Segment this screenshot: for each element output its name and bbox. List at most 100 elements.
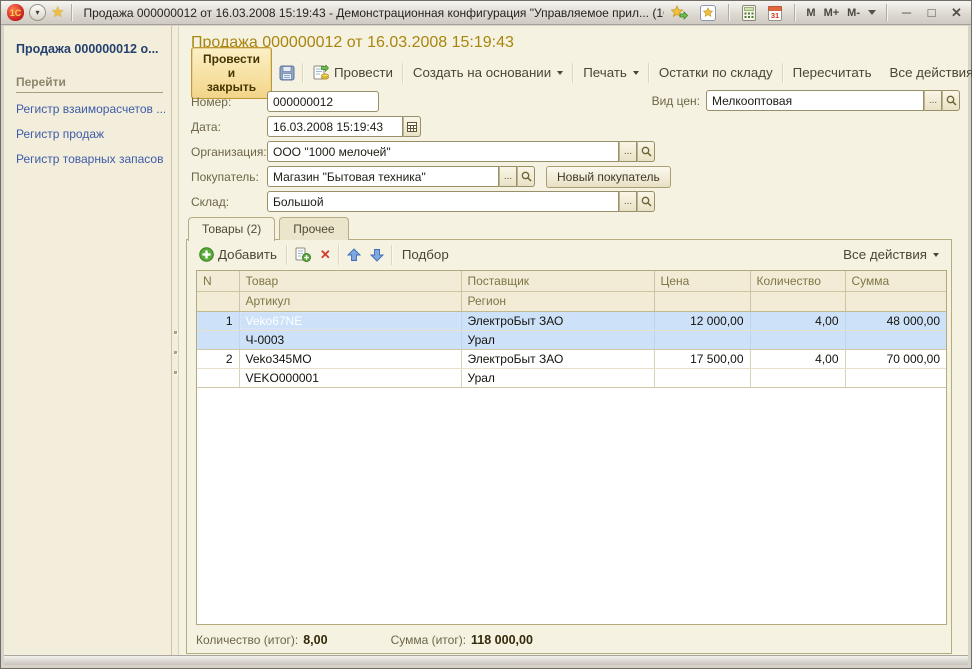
cell-n[interactable]: 2 [197,349,240,369]
print-button[interactable]: Печать [579,63,643,82]
copy-row-button[interactable] [293,245,313,264]
warehouse-select-button[interactable]: ... [619,191,637,212]
field-row-number: Номер: [191,90,379,113]
main-menu-button[interactable]: ▾ [29,4,46,21]
move-down-button[interactable] [368,246,386,264]
organization-input[interactable] [267,141,619,162]
magnifier-icon [641,146,652,157]
cell-sum[interactable]: 48 000,00 [845,311,946,331]
col-header-article[interactable]: Артикул [239,291,462,312]
go-to-favorite-icon[interactable] [669,3,690,22]
warehouse-open-button[interactable] [637,191,655,212]
sidebar-link-stock-register[interactable]: Регистр товарных запасов [16,152,165,166]
buyer-input[interactable] [267,166,499,187]
favorites-star-icon[interactable]: ★ [51,5,64,20]
date-label: Дата: [191,119,221,134]
maximize-button[interactable]: □ [923,6,940,19]
window-title: Продажа 000000012 от 16.03.2008 15:19:43… [83,5,664,20]
list-all-actions-label: Все действия [843,247,927,262]
cell-sum[interactable]: 70 000,00 [845,349,946,369]
calculator-icon[interactable] [740,3,758,23]
list-all-actions-button[interactable]: Все действия [839,245,943,264]
number-label: Номер: [191,94,232,109]
close-button[interactable]: ✕ [948,6,965,19]
post-button[interactable]: Провести [309,63,397,83]
toolbar-divider [647,62,650,83]
move-up-button[interactable] [345,246,363,264]
add-row-button[interactable]: Добавить [195,245,281,264]
panel-splitter[interactable] [172,26,179,656]
create-based-on-label: Создать на основании [412,65,552,80]
organization-open-button[interactable] [637,141,655,162]
col-header-sum[interactable]: Сумма [845,271,946,292]
cell-region[interactable]: Урал [461,330,655,350]
tab-goods[interactable]: Товары (2) [188,217,276,241]
post-document-icon [313,64,329,79]
sidebar-link-settlements-register[interactable]: Регистр взаиморасчетов ... [16,102,165,116]
items-table: N Товар Поставщик Цена Количество Сумма … [197,271,946,388]
calendar-grid-icon [407,121,417,132]
date-picker-button[interactable] [403,116,421,137]
col-header-product[interactable]: Товар [239,271,462,292]
buyer-open-button[interactable] [517,166,535,187]
cell-price[interactable]: 17 500,00 [654,349,751,369]
cell-empty[interactable] [845,368,946,388]
col-header-supplier[interactable]: Поставщик [461,271,655,292]
cell-n[interactable]: 1 [197,311,240,331]
cell-empty[interactable] [654,330,751,350]
tab-other[interactable]: Прочее [279,217,349,240]
add-icon [199,247,214,262]
col-header-price[interactable]: Цена [654,271,751,292]
cell-empty[interactable] [197,368,240,388]
cell-product-selected[interactable]: Veko67NE [239,311,462,331]
cell-empty[interactable] [750,330,846,350]
cell-supplier[interactable]: ЭлектроБыт ЗАО [461,311,655,331]
sum-total-value: 118 000,00 [471,632,533,647]
memory-minus-button[interactable]: M- [847,7,860,19]
cell-article[interactable]: Ч-0003 [239,330,462,350]
cell-qty[interactable]: 4,00 [750,311,846,331]
col-header-empty [654,291,751,312]
number-input[interactable] [267,91,379,112]
warehouse-balance-button[interactable]: Остатки по складу [655,63,777,82]
cell-empty[interactable] [197,330,240,350]
cell-price[interactable]: 12 000,00 [654,311,751,331]
create-based-on-button[interactable]: Создать на основании [409,63,567,82]
recalculate-button[interactable]: Пересчитать [789,63,876,82]
price-type-select-button[interactable]: ... [924,90,942,111]
cell-article[interactable]: VEKO000001 [239,368,462,388]
price-type-input[interactable] [706,90,924,111]
memory-plus-button[interactable]: M+ [824,7,840,19]
warehouse-input[interactable] [267,191,619,212]
pick-items-button[interactable]: Подбор [398,245,453,264]
memory-recall-button[interactable]: M [806,7,815,19]
cell-region[interactable]: Урал [461,368,655,388]
sidebar-link-sales-register[interactable]: Регистр продаж [16,127,165,141]
cell-product[interactable]: Veko345MO [239,349,462,369]
post-button-label: Провести [333,65,393,80]
field-row-buyer: Покупатель: ... Новый покупатель [191,165,671,188]
date-input[interactable] [267,116,403,137]
minimize-button[interactable]: ─ [898,6,915,19]
new-buyer-button[interactable]: Новый покупатель [546,165,671,188]
cell-empty[interactable] [845,330,946,350]
print-label: Печать [583,65,627,80]
col-header-empty [750,291,846,312]
calendar-icon[interactable]: 31 [766,3,784,23]
cell-empty[interactable] [654,368,751,388]
titlebar-more-icon[interactable] [868,10,876,15]
cell-supplier[interactable]: ЭлектроБыт ЗАО [461,349,655,369]
add-favorite-icon[interactable] [698,3,718,23]
chevron-down-icon [632,70,639,75]
col-header-qty[interactable]: Количество [750,271,846,292]
cell-empty[interactable] [750,368,846,388]
col-header-region[interactable]: Регион [461,291,655,312]
col-header-n[interactable]: N [197,271,240,292]
buyer-select-button[interactable]: ... [499,166,517,187]
cell-qty[interactable]: 4,00 [750,349,846,369]
price-type-open-button[interactable] [942,90,960,111]
save-button[interactable] [277,63,297,83]
delete-row-button[interactable]: ✕ [318,245,333,265]
all-actions-button[interactable]: Все действия [886,63,972,82]
organization-select-button[interactable]: ... [619,141,637,162]
